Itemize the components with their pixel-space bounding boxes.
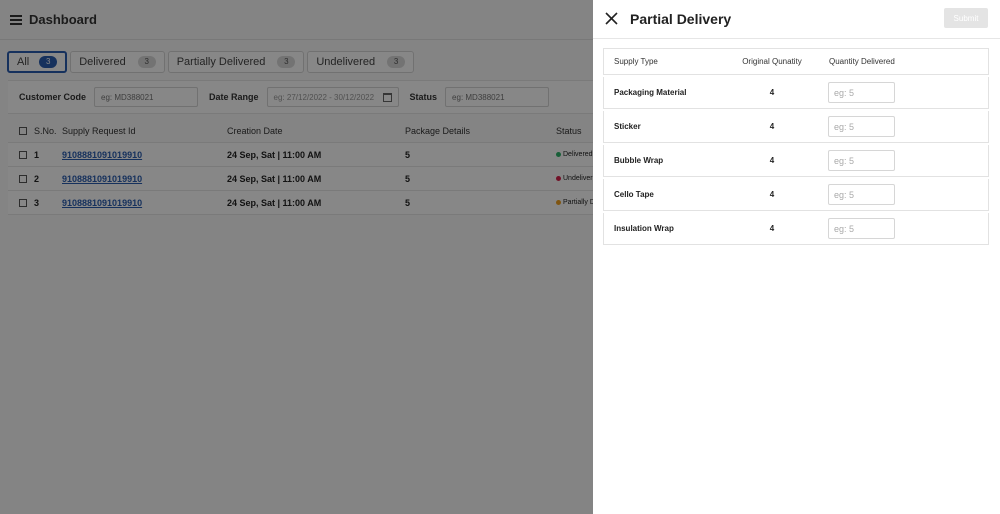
original-quantity: 4 xyxy=(769,122,775,131)
quantity-delivered-input[interactable] xyxy=(828,184,895,205)
original-quantity: 4 xyxy=(769,156,775,165)
drawer-table-header: Supply Type Original Qunatity Quantity D… xyxy=(603,48,989,75)
quantity-delivered-input[interactable] xyxy=(828,218,895,239)
quantity-delivered-input[interactable] xyxy=(828,150,895,171)
original-quantity: 4 xyxy=(769,224,775,233)
supply-type: Cello Tape xyxy=(614,190,654,199)
supply-type: Sticker xyxy=(614,122,641,131)
supply-item-row: Cello Tape 4 xyxy=(603,179,989,211)
original-quantity: 4 xyxy=(769,190,775,199)
quantity-delivered-input[interactable] xyxy=(828,116,895,137)
submit-button[interactable]: Submit xyxy=(944,8,988,28)
partial-delivery-drawer: Partial Delivery Submit Supply Type Orig… xyxy=(593,0,1000,514)
header-quantity-delivered: Quantity Delivered xyxy=(829,57,895,66)
supply-type: Insulation Wrap xyxy=(614,224,674,233)
supply-type: Packaging Material xyxy=(614,88,687,97)
drawer-header: Partial Delivery Submit xyxy=(593,0,1000,39)
header-supply-type: Supply Type xyxy=(614,57,658,66)
close-icon[interactable] xyxy=(605,12,618,25)
supply-item-row: Sticker 4 xyxy=(603,111,989,143)
supply-item-row: Bubble Wrap 4 xyxy=(603,145,989,177)
header-original-quantity: Original Qunatity xyxy=(742,57,802,66)
drawer-title: Partial Delivery xyxy=(630,11,732,27)
quantity-delivered-input[interactable] xyxy=(828,82,895,103)
supply-item-row: Packaging Material 4 xyxy=(603,77,989,109)
supply-item-row: Insulation Wrap 4 xyxy=(603,213,989,245)
original-quantity: 4 xyxy=(769,88,775,97)
supply-type: Bubble Wrap xyxy=(614,156,664,165)
partial-delivery-table: Supply Type Original Qunatity Quantity D… xyxy=(603,48,989,245)
